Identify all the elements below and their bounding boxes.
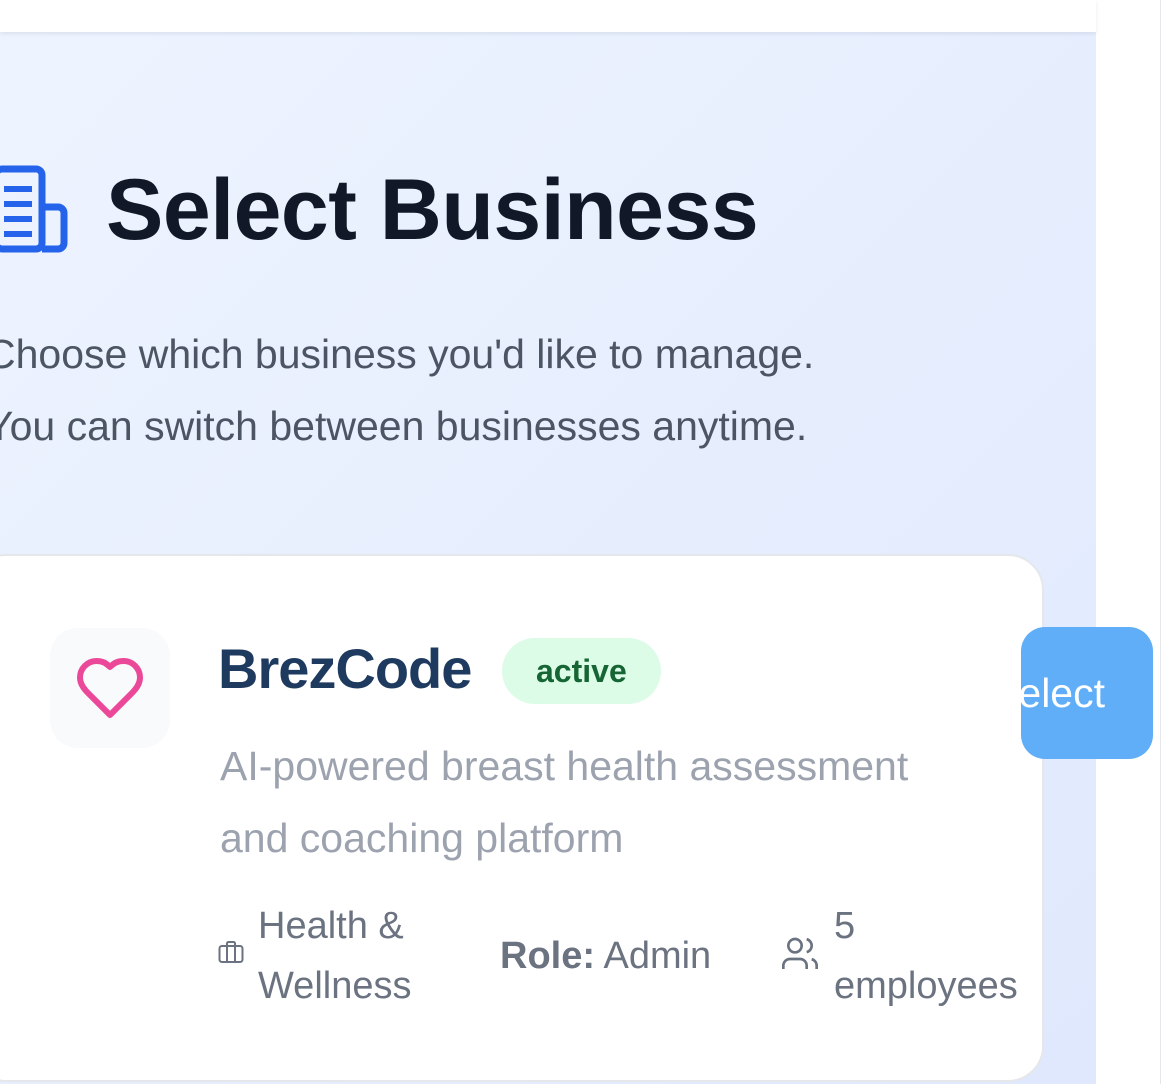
subtitle-line: You can switch between businesses anytim… <box>0 403 808 449</box>
building-icon <box>0 165 68 253</box>
employees-count: 5 <box>834 905 856 947</box>
industry-line: Health & <box>258 905 404 947</box>
status-badge: active <box>502 638 661 704</box>
right-panel <box>1096 0 1170 1084</box>
page-title: Select Business <box>106 162 759 258</box>
business-name: BrezCode <box>218 637 472 700</box>
employees-label: employees <box>834 965 1018 1007</box>
role-meta: Role: Admin <box>500 926 711 986</box>
business-logo <box>50 628 170 748</box>
select-button-label: Select <box>1021 670 1105 716</box>
panel-divider <box>1160 0 1161 1084</box>
description-line: AI-powered breast health assessment <box>220 743 909 789</box>
business-card[interactable]: BrezCode active AI-powered breast health… <box>0 554 1044 1082</box>
business-description: AI-powered breast health assessment and … <box>220 730 1042 874</box>
employees-text: 5 employees <box>834 896 1018 1016</box>
role-label: Role: <box>500 935 595 977</box>
briefcase-icon <box>218 941 244 963</box>
heart-icon <box>77 658 143 718</box>
industry-text: Health & Wellness <box>258 896 458 1016</box>
page-subtitle: Choose which business you'd like to mana… <box>0 318 986 462</box>
top-bar <box>0 0 1096 32</box>
select-button[interactable]: Select <box>1021 627 1153 759</box>
users-icon <box>782 937 818 969</box>
industry-line: Wellness <box>258 965 412 1007</box>
subtitle-line: Choose which business you'd like to mana… <box>0 331 815 377</box>
role-value: Admin <box>603 935 712 977</box>
description-line: and coaching platform <box>220 815 624 861</box>
